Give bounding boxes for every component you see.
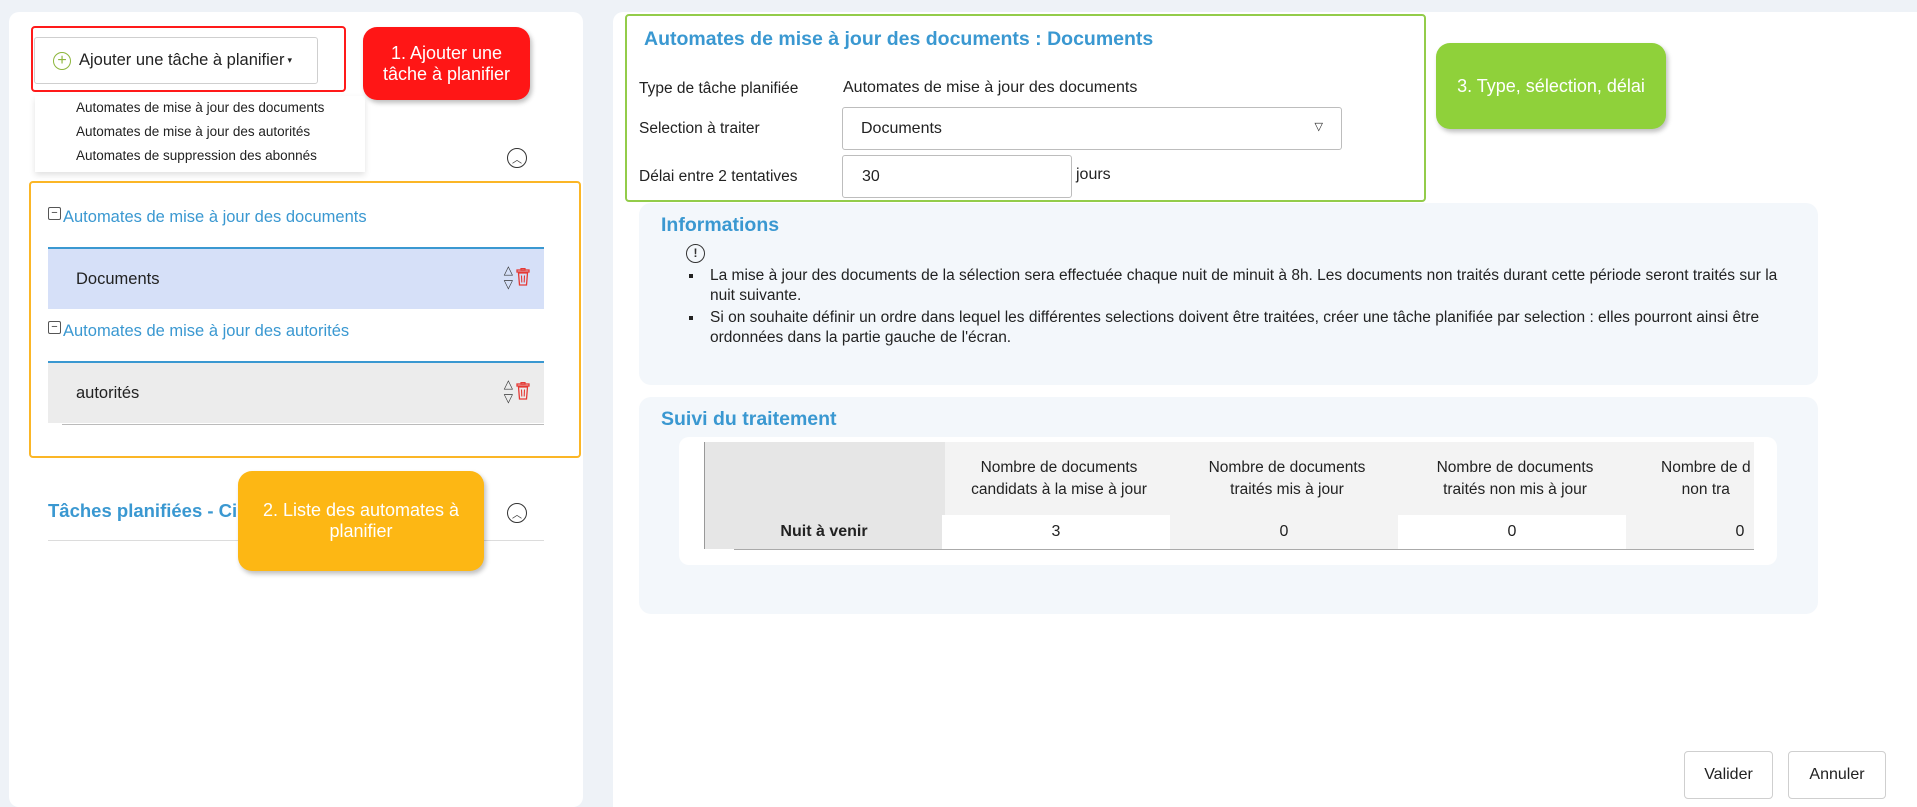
- suivi-title: Suivi du traitement: [661, 408, 837, 430]
- plus-circle-icon: +: [53, 51, 71, 70]
- suivi-table: Nombre de documents candidats à la mise …: [704, 442, 1754, 550]
- callout-automates-list: 2. Liste des automates à planifier: [238, 471, 484, 571]
- table-cell: 0: [1170, 515, 1398, 549]
- selection-value: Documents: [861, 119, 942, 137]
- collapse-chevron-icon[interactable]: ︿: [507, 148, 527, 168]
- cancel-button[interactable]: Annuler: [1788, 751, 1886, 799]
- task-label: autorités: [76, 383, 140, 402]
- move-down-icon[interactable]: ▽: [504, 277, 513, 291]
- info-bullet: Si on souhaite définir un ordre dans leq…: [704, 308, 1792, 348]
- caret-down-icon: ▾: [287, 55, 292, 65]
- divider: [62, 424, 544, 425]
- add-task-label: Ajouter une tâche à planifier: [79, 51, 285, 69]
- planned-tasks-title[interactable]: Tâches planifiées - Cir: [48, 500, 244, 522]
- task-row-autorites[interactable]: autorités △ ▽: [48, 361, 544, 423]
- informations-title: Informations: [661, 214, 780, 236]
- group-documents-header[interactable]: − Automates de mise à jour des documents: [48, 207, 367, 227]
- table-corner: [704, 442, 945, 515]
- collapse-minus-icon[interactable]: −: [48, 207, 61, 220]
- table-header: Nombre de documents candidats à la mise …: [945, 442, 1173, 515]
- row-actions: △ ▽: [504, 263, 530, 291]
- collapse-minus-icon[interactable]: −: [48, 321, 61, 334]
- callout-add-task: 1. Ajouter une tâche à planifier: [363, 27, 530, 100]
- task-label: Documents: [76, 269, 160, 288]
- dropdown-item-documents[interactable]: Automates de mise à jour des documents: [76, 100, 324, 115]
- type-value: Automates de mise à jour des documents: [843, 79, 1138, 96]
- table-cell: 0: [1626, 515, 1754, 549]
- table-header: Nombre de documents traités non mis à jo…: [1401, 442, 1629, 515]
- trash-icon[interactable]: [516, 268, 530, 286]
- table-bottom-border: [734, 549, 1754, 550]
- table-row-label: Nuit à venir: [704, 515, 943, 549]
- delay-unit: jours: [1076, 166, 1111, 183]
- row-actions: △ ▽: [504, 377, 530, 405]
- table-header: Nombre de documents traités mis à jour: [1173, 442, 1401, 515]
- move-up-icon[interactable]: △: [504, 263, 513, 277]
- group-autorites-title: Automates de mise à jour des autorités: [63, 322, 350, 340]
- group-autorites-header[interactable]: − Automates de mise à jour des autorités: [48, 321, 350, 341]
- trash-icon[interactable]: [516, 382, 530, 400]
- select-arrow-icon: ▽: [1314, 121, 1323, 133]
- reorder-arrows: △ ▽: [504, 377, 513, 405]
- table-cell: 3: [942, 515, 1170, 549]
- dropdown-item-suppression[interactable]: Automates de suppression des abonnés: [76, 148, 317, 163]
- table-header: Nombre de d non tra: [1629, 442, 1754, 515]
- add-task-button[interactable]: + Ajouter une tâche à planifier ▾: [34, 37, 318, 84]
- task-row-documents[interactable]: Documents △ ▽: [48, 247, 544, 309]
- move-down-icon[interactable]: ▽: [504, 391, 513, 405]
- delay-value: 30: [862, 167, 880, 185]
- info-bullet: La mise à jour des documents de la sélec…: [704, 266, 1792, 306]
- delay-label: Délai entre 2 tentatives: [639, 168, 798, 185]
- type-label: Type de tâche planifiée: [639, 80, 799, 97]
- info-icon: !: [686, 244, 705, 263]
- validate-button[interactable]: Valider: [1684, 751, 1773, 799]
- move-up-icon[interactable]: △: [504, 377, 513, 391]
- add-task-dropdown: Automates de mise à jour des documents A…: [35, 96, 365, 172]
- informations-list: La mise à jour des documents de la sélec…: [688, 266, 1792, 350]
- reorder-arrows: △ ▽: [504, 263, 513, 291]
- callout-type-selection: 3. Type, sélection, délai: [1436, 43, 1666, 129]
- table-cell: 0: [1398, 515, 1626, 549]
- page-title: Automates de mise à jour des documents :…: [644, 28, 1154, 50]
- delay-input[interactable]: 30: [842, 155, 1072, 198]
- selection-label: Selection à traiter: [639, 120, 760, 137]
- collapse-chevron-icon[interactable]: ︿: [507, 503, 527, 523]
- selection-select[interactable]: Documents ▽: [842, 107, 1342, 150]
- dropdown-item-autorites[interactable]: Automates de mise à jour des autorités: [76, 124, 310, 139]
- group-documents-title: Automates de mise à jour des documents: [63, 208, 367, 226]
